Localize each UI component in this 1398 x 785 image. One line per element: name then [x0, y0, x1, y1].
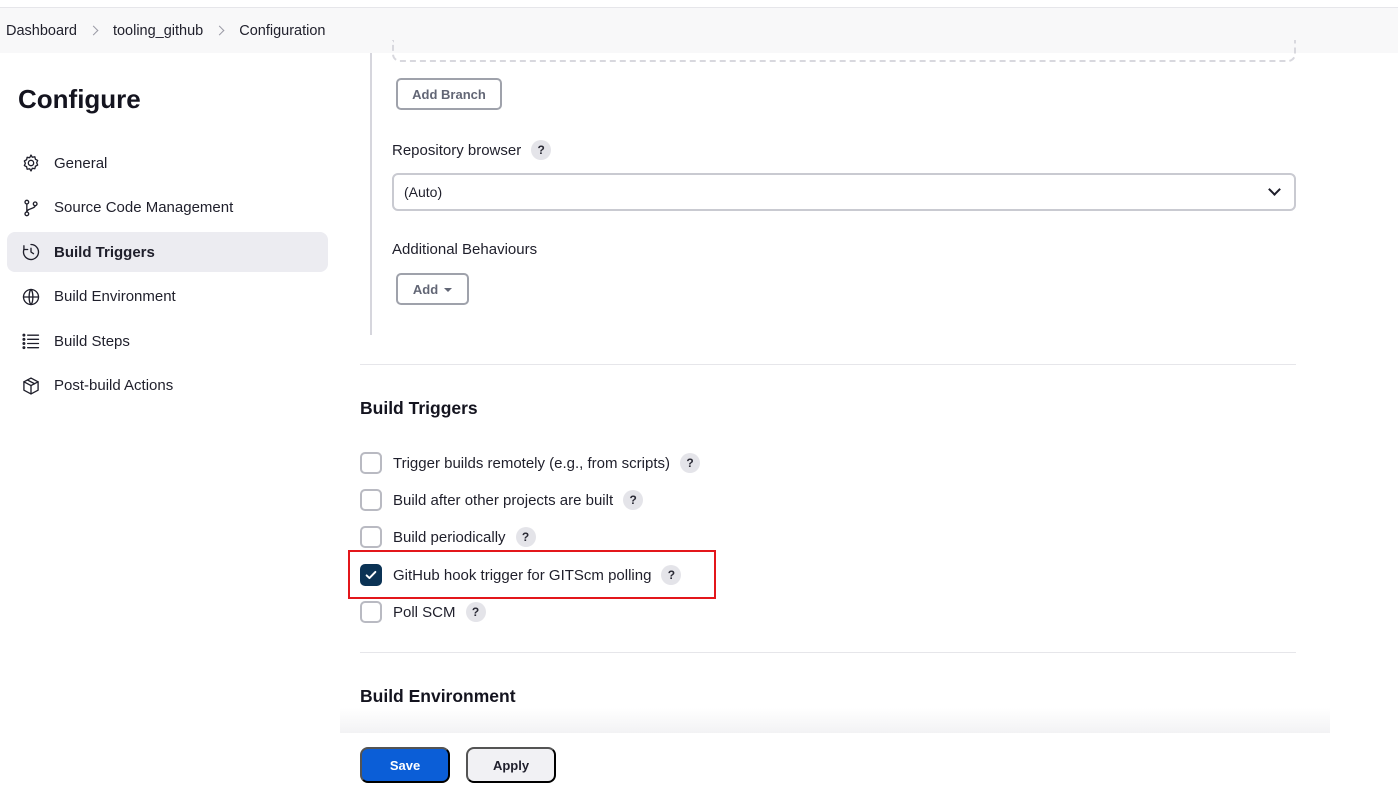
- chevron-right-icon: [214, 25, 225, 36]
- help-icon[interactable]: ?: [531, 140, 552, 160]
- chevron-down-icon: [1268, 183, 1281, 196]
- trigger-option-label: Trigger builds remotely (e.g., from scri…: [393, 454, 671, 472]
- repository-browser-value: (Auto): [404, 184, 443, 200]
- branch-dropzone: [392, 40, 1296, 62]
- trigger-option-label: Build periodically: [393, 528, 506, 546]
- apply-button[interactable]: Apply: [466, 747, 556, 783]
- sidebar-nav: General Source Code Management Build Tri…: [7, 143, 328, 410]
- repository-browser-label: Repository browser ?: [392, 140, 552, 160]
- sidebar-item-post-build-actions[interactable]: Post-build Actions: [7, 366, 328, 406]
- sidebar-item-label: Build Environment: [54, 288, 176, 305]
- bottom-bar-shadow: [340, 708, 1330, 734]
- breadcrumb-dashboard[interactable]: Dashboard: [6, 23, 77, 39]
- section-indent-line: [370, 53, 372, 335]
- package-icon: [20, 375, 42, 397]
- sidebar-item-source-code-management[interactable]: Source Code Management: [7, 188, 328, 228]
- sidebar-item-build-triggers[interactable]: Build Triggers: [7, 232, 328, 272]
- repository-browser-select[interactable]: (Auto): [392, 173, 1296, 211]
- trigger-poll-scm-checkbox[interactable]: [360, 601, 382, 623]
- clock-icon: [20, 241, 42, 263]
- gear-icon: [20, 152, 42, 174]
- breadcrumb-configuration[interactable]: Configuration: [239, 23, 325, 39]
- trigger-remote-checkbox[interactable]: [360, 452, 382, 474]
- help-icon[interactable]: ?: [465, 602, 486, 622]
- trigger-option-periodically: Build periodically ?: [360, 525, 536, 549]
- top-strip: [0, 0, 1398, 7]
- sidebar-item-label: Source Code Management: [54, 199, 234, 216]
- trigger-option-remote: Trigger builds remotely (e.g., from scri…: [360, 451, 701, 475]
- build-environment-title: Build Environment: [360, 686, 516, 706]
- additional-behaviours-label-text: Additional Behaviours: [392, 241, 538, 258]
- caret-down-icon: [444, 287, 453, 292]
- build-triggers-title: Build Triggers: [360, 398, 478, 418]
- list-icon: [20, 330, 42, 352]
- trigger-option-after-other-projects: Build after other projects are built ?: [360, 488, 644, 512]
- trigger-option-label: Build after other projects are built: [393, 491, 614, 509]
- save-button[interactable]: Save: [360, 747, 450, 783]
- sidebar-item-build-steps[interactable]: Build Steps: [7, 321, 328, 361]
- bottom-action-bar: [0, 733, 1398, 785]
- help-icon[interactable]: ?: [515, 527, 536, 547]
- highlight-annotation-box: [348, 550, 716, 599]
- trigger-after-other-projects-checkbox[interactable]: [360, 489, 382, 511]
- add-branch-button[interactable]: Add Branch: [396, 78, 502, 110]
- chevron-right-icon: [88, 25, 99, 36]
- trigger-periodically-checkbox[interactable]: [360, 526, 382, 548]
- globe-icon: [20, 286, 42, 308]
- section-divider: [360, 364, 1296, 365]
- help-icon[interactable]: ?: [680, 453, 701, 473]
- additional-behaviours-label: Additional Behaviours: [392, 241, 537, 258]
- add-behaviour-label: Add: [412, 281, 439, 297]
- breadcrumb-project[interactable]: tooling_github: [113, 23, 203, 39]
- sidebar-item-label: Build Triggers: [54, 243, 155, 261]
- repository-browser-label-text: Repository browser: [392, 141, 522, 159]
- help-icon[interactable]: ?: [623, 490, 644, 510]
- sidebar-item-build-environment[interactable]: Build Environment: [7, 277, 328, 317]
- sidebar-item-label: General: [54, 154, 108, 172]
- page-title: Configure: [18, 84, 141, 114]
- trigger-option-poll-scm: Poll SCM ?: [360, 600, 486, 624]
- section-divider: [360, 652, 1296, 653]
- trigger-option-label: Poll SCM: [393, 603, 456, 621]
- branch-icon: [20, 197, 42, 219]
- add-behaviour-button[interactable]: Add: [396, 273, 469, 305]
- sidebar-item-general[interactable]: General: [7, 143, 328, 183]
- sidebar-item-label: Post-build Actions: [54, 377, 174, 394]
- sidebar-item-label: Build Steps: [54, 332, 130, 350]
